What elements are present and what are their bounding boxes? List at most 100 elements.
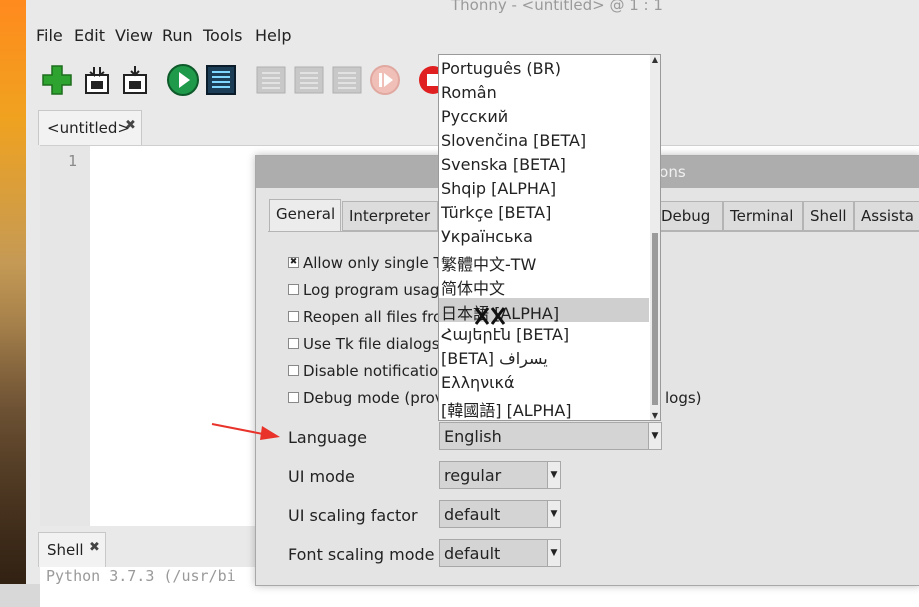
option-text: [韓國語] [ALPHA] <box>441 401 572 420</box>
font-scaling-value: default <box>444 544 501 563</box>
chevron-down-icon[interactable]: ▼ <box>547 462 560 488</box>
language-option[interactable]: Shqip [ALPHA] <box>441 177 647 201</box>
option-text: Русский <box>441 107 509 126</box>
option-text: Հայերէն [BETA] <box>441 325 570 344</box>
step-out-icon <box>330 63 364 97</box>
option-text: Shqip [ALPHA] <box>441 179 557 198</box>
run-icon[interactable] <box>166 63 200 97</box>
language-option-highlighted[interactable]: 日本語 [ALPHA] <box>439 298 649 323</box>
open-file-icon[interactable] <box>80 63 114 97</box>
tab-debug[interactable]: Debug <box>654 201 723 231</box>
option-text: Українська <box>441 227 533 246</box>
line-number-gutter: 1 <box>40 146 90 526</box>
chevron-down-icon[interactable]: ▼ <box>547 540 560 566</box>
scrollbar-thumb[interactable] <box>652 233 658 405</box>
option-label: Allow only single T <box>303 254 443 272</box>
checkbox-unchecked[interactable] <box>288 284 299 295</box>
option-text: Português (BR) <box>441 59 561 78</box>
checkbox-unchecked[interactable] <box>288 392 299 403</box>
language-option[interactable]: Հայերէն [BETA] <box>441 323 647 347</box>
step-into-icon <box>292 63 326 97</box>
desktop-wallpaper <box>0 0 26 584</box>
ui-mode-select[interactable]: regular ▼ <box>439 461 561 489</box>
chevron-down-icon[interactable]: ▼ <box>547 501 560 527</box>
option-text: Ελληνικά <box>441 373 515 392</box>
tab-general[interactable]: General <box>269 199 341 231</box>
language-option[interactable]: [BETA] یسراف <box>441 347 647 371</box>
language-option[interactable]: Român <box>441 81 647 105</box>
language-dropdown-list[interactable]: Português (BR) Român Русский Slovenčina … <box>438 54 661 421</box>
window-titlebar: Thonny - <untitled> @ 1 : 1 <box>26 0 919 18</box>
font-scaling-select[interactable]: default ▼ <box>439 539 561 567</box>
language-option[interactable]: Ελληνικά <box>441 371 647 395</box>
debug-icon[interactable] <box>204 63 238 97</box>
tab-interpreter[interactable]: Interpreter <box>342 201 438 231</box>
menu-help[interactable]: Help <box>255 26 291 45</box>
dropdown-scrollbar[interactable]: ▲ ▼ <box>650 55 660 420</box>
ui-mode-label: UI mode <box>288 467 355 486</box>
resume-icon <box>368 63 402 97</box>
option-text: Svenska [BETA] <box>441 155 566 174</box>
language-option[interactable]: 繁體中文-TW <box>441 249 647 274</box>
language-value: English <box>444 427 502 446</box>
step-over-icon <box>254 63 288 97</box>
shell-banner: Python 3.7.3 (/usr/bi <box>46 567 236 585</box>
scroll-down-icon[interactable]: ▼ <box>650 411 660 420</box>
editor-tab-untitled[interactable]: <untitled> ✖ <box>38 110 142 145</box>
language-option[interactable]: Türkçe [BETA] <box>441 201 647 225</box>
editor-tab-label: <untitled> <box>47 119 130 137</box>
chevron-down-icon[interactable]: ▼ <box>648 423 661 449</box>
option-text: [BETA] یسراف <box>441 349 548 368</box>
language-option[interactable]: Русский <box>441 105 647 129</box>
language-option[interactable]: Slovenčina [BETA] <box>441 129 647 153</box>
language-select[interactable]: English ▼ <box>439 422 662 450</box>
tab-shell-label: Shell <box>810 207 847 225</box>
tab-assistant[interactable]: Assista <box>854 201 919 231</box>
menu-run[interactable]: Run <box>162 26 193 45</box>
tab-shell[interactable]: Shell <box>803 201 854 231</box>
checkbox-unchecked[interactable] <box>288 311 299 322</box>
option-label: Debug mode (prov <box>303 389 444 407</box>
option-label: Log program usag <box>303 281 440 299</box>
menu-edit[interactable]: Edit <box>74 26 105 45</box>
font-scaling-label: Font scaling mode <box>288 545 435 564</box>
checkbox-unchecked[interactable] <box>288 365 299 376</box>
option-text: 简体中文 <box>441 279 506 298</box>
option-label: Disable notification <box>303 362 448 380</box>
language-option[interactable]: 简体中文 <box>441 273 647 298</box>
mouse-cursor-icon <box>474 307 506 325</box>
option-label: Reopen all files fro <box>303 308 443 326</box>
tab-assistant-label: Assista <box>861 207 914 225</box>
close-shell-icon[interactable]: ✖ <box>89 540 100 555</box>
menu-tools[interactable]: Tools <box>203 26 242 45</box>
tab-terminal[interactable]: Terminal <box>723 201 803 231</box>
menu-view[interactable]: View <box>115 26 153 45</box>
checkbox-unchecked[interactable] <box>288 338 299 349</box>
red-annotation-arrow-icon <box>211 423 280 440</box>
window-title: Thonny - <untitled> @ 1 : 1 <box>451 0 663 14</box>
save-file-icon[interactable] <box>118 63 152 97</box>
ui-scaling-select[interactable]: default ▼ <box>439 500 561 528</box>
close-tab-icon[interactable]: ✖ <box>125 118 136 133</box>
ui-scaling-value: default <box>444 505 501 524</box>
language-option[interactable]: Português (BR) <box>441 57 647 81</box>
new-file-icon[interactable] <box>40 63 74 97</box>
shell-tab-label: Shell <box>47 541 84 559</box>
tab-debug-label: Debug <box>661 207 711 225</box>
menu-file[interactable]: File <box>36 26 63 45</box>
language-label: Language <box>288 428 367 447</box>
language-option[interactable]: Svenska [BETA] <box>441 153 647 177</box>
tab-terminal-label: Terminal <box>730 207 794 225</box>
checkbox-checked[interactable]: ✖ <box>288 257 299 268</box>
line-number: 1 <box>68 152 78 170</box>
option-text: Türkçe [BETA] <box>441 203 552 222</box>
option-text: Român <box>441 83 497 102</box>
tab-interpreter-label: Interpreter <box>349 207 431 225</box>
language-option[interactable]: Українська <box>441 225 647 249</box>
scroll-up-icon[interactable]: ▲ <box>650 55 660 64</box>
tab-general-label: General <box>276 205 336 223</box>
shell-tab[interactable]: Shell ✖ <box>38 532 106 567</box>
language-option[interactable]: [韓國語] [ALPHA] <box>441 395 647 420</box>
ui-mode-value: regular <box>444 466 502 485</box>
option-label: Use Tk file dialogs <box>303 335 440 353</box>
